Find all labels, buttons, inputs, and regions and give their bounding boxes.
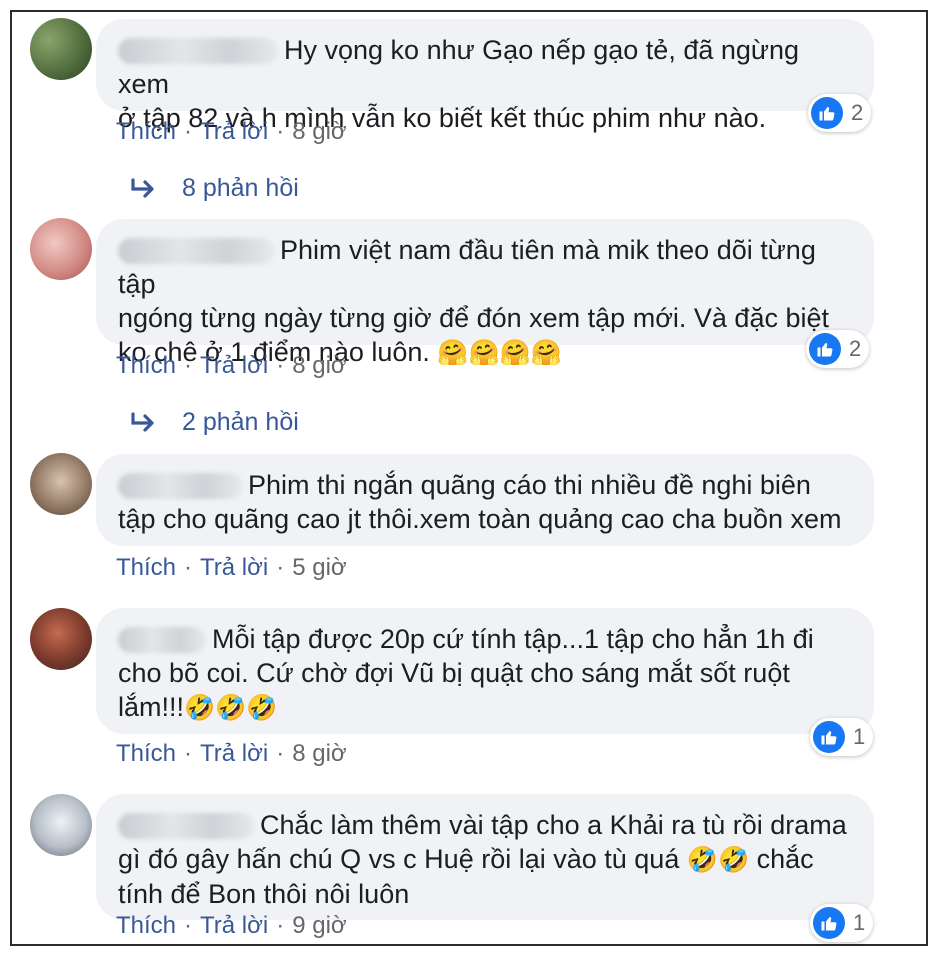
timestamp[interactable]: 5 giờ [292,554,346,581]
view-replies-link[interactable]: 2 phản hồi [130,408,299,437]
author-name[interactable] [118,38,278,64]
comment-text-line: ngóng từng ngày từng giờ để đón xem tập … [118,303,829,333]
comment-text-line: Chắc làm thêm vài tập cho a Khải ra tù r… [260,810,847,840]
timestamp[interactable]: 9 giờ [292,912,346,939]
comment-actions: Thích · Trả lời · 5 giờ [116,554,347,581]
reply-link[interactable]: Trả lời [200,912,268,939]
reaction-count: 2 [851,100,864,125]
thumbs-up-icon [811,97,843,129]
timestamp[interactable]: 8 giờ [292,740,346,767]
reaction-count: 1 [853,724,866,749]
like-link[interactable]: Thích [116,912,176,939]
laughing-emoji: 🤣🤣 [686,845,750,874]
comment-bubble: Hy vọng ko như Gạo nếp gạo tẻ, đã ngừng … [96,19,874,133]
comment-text-line: Mỗi tập được 20p cứ tính tập...1 tập cho… [212,624,814,654]
reply-link[interactable]: Trả lời [200,740,268,767]
avatar[interactable] [30,608,92,670]
thumbs-up-icon [813,721,845,753]
thumbs-up-icon [813,907,845,939]
reaction-count: 1 [853,910,866,935]
comment-bubble: Phim việt nam đầu tiên mà mik theo dõi t… [96,219,874,367]
comment-bubble: Mỗi tập được 20p cứ tính tập...1 tập cho… [96,608,874,734]
avatar[interactable] [30,18,92,80]
avatar[interactable] [30,453,92,515]
comment-text-line: Phim thi ngắn quãng cáo thi nhiều đề ngh… [248,470,811,500]
like-link[interactable]: Thích [116,352,176,379]
thumbs-up-icon [809,333,841,365]
like-link[interactable]: Thích [116,118,176,145]
view-replies-link[interactable]: 8 phản hồi [130,174,299,203]
timestamp[interactable]: 8 giờ [292,352,346,379]
comment-text-line: gì đó gây hấn chú Q vs c Huệ rồi lại vào… [118,844,687,874]
reaction-count: 2 [849,336,862,361]
comment-text-line: lắm!!! [118,692,185,722]
avatar[interactable] [30,218,92,280]
reply-link[interactable]: Trả lời [200,352,268,379]
hugging-emoji: 🤗🤗🤗🤗 [437,338,562,367]
comment-actions: Thích · Trả lời · 8 giờ [116,118,347,145]
comment-actions: Thích · Trả lời · 8 giờ [116,740,347,767]
comment-bubble: Phim thi ngắn quãng cáo thi nhiều đề ngh… [96,454,874,546]
reply-link[interactable]: Trả lời [200,554,268,581]
comment-text-line: tập cho quãng cao jt thôi.xem toàn quảng… [118,504,842,534]
comment-actions: Thích · Trả lời · 9 giờ [116,912,347,939]
like-link[interactable]: Thích [116,554,176,581]
reply-link[interactable]: Trả lời [200,118,268,145]
laughing-emoji: 🤣🤣🤣 [184,693,278,722]
replies-count: 2 phản hồi [182,408,299,436]
comment-bubble: Chắc làm thêm vài tập cho a Khải ra tù r… [96,794,874,920]
reaction-badge[interactable]: 1 [810,718,874,756]
author-name[interactable] [118,813,254,839]
author-name[interactable] [118,627,206,653]
reaction-badge[interactable]: 2 [806,330,870,368]
comment-text-tail: chắc [749,844,814,874]
author-name[interactable] [118,473,242,499]
comment-actions: Thích · Trả lời · 8 giờ [116,352,347,379]
reply-arrow-icon [131,411,154,432]
comment-text-line: tính để Bon thôi nôi luôn [118,879,410,909]
reaction-badge[interactable]: 2 [808,94,872,132]
comments-panel: Hy vọng ko như Gạo nếp gạo tẻ, đã ngừng … [10,10,928,946]
comment-text-line: cho bõ coi. Cứ chờ đợi Vũ bị quật cho sá… [118,658,790,688]
avatar[interactable] [30,794,92,856]
like-link[interactable]: Thích [116,740,176,767]
author-name[interactable] [118,238,274,264]
replies-count: 8 phản hồi [182,174,299,202]
reaction-badge[interactable]: 1 [810,904,874,942]
timestamp[interactable]: 8 giờ [292,118,346,145]
reply-arrow-icon [131,177,154,198]
